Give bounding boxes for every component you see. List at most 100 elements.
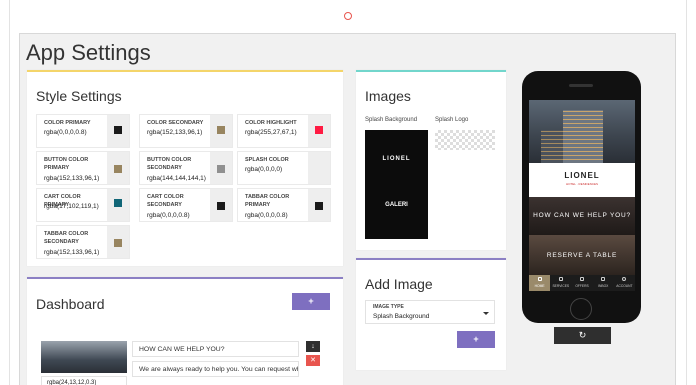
color-swatch-box[interactable] [107,152,129,184]
field-label: BUTTON COLOR SECONDARY [147,157,192,171]
field-value[interactable]: rgba(152,133,96,1) [44,175,99,182]
splash-lionel-logo: LIONEL [382,156,411,162]
preview-help-text: HOW CAN WE HELP YOU? [533,212,631,219]
tabbar-color-secondary-field[interactable]: TABBAR COLOR SECONDARY rgba(152,133,96,1… [36,225,130,259]
splash-color-field[interactable]: SPLASH COLOR rgba(0,0,0,0) [237,151,331,185]
color-secondary-field[interactable]: COLOR SECONDARY rgba(152,133,96,1) [139,114,233,148]
services-icon [558,277,563,281]
color-swatch-box[interactable] [210,152,232,184]
field-label: SPLASH COLOR [245,157,289,163]
field-value[interactable]: rgba(152,133,96,1) [147,129,202,136]
tab-label: SERVICES [552,284,570,288]
preview-logo-tagline: HOTEL · RESIDENCES [565,182,599,186]
dashboard-item-text-input[interactable]: We are always ready to help you. You can… [132,361,299,377]
cart-color-primary-field[interactable]: CART COLOR PRIMARY rgba(17,102,119,1) [36,188,130,222]
splash-background-label: Splash Background [365,117,418,123]
field-value[interactable]: rgba(0,0,0,0.8) [147,212,190,219]
splash-logo-label: Splash Logo [435,117,469,123]
color-swatch [217,126,225,134]
field-value[interactable]: rgba(0,0,0,0.8) [245,212,288,219]
style-settings-title: Style Settings [36,88,122,104]
color-swatch-box[interactable] [308,189,330,221]
preview-tab-account[interactable]: ACCOUNT [614,275,635,291]
dashboard-item-color-value: rgba(24,13,12,0.3) [47,380,97,385]
dashboard-title: Dashboard [36,296,105,312]
color-swatch-box[interactable] [210,189,232,221]
color-swatch-box[interactable] [308,152,330,184]
add-image-card: Add Image IMAGE TYPE Splash Background + [356,258,506,370]
color-swatch [315,202,323,210]
image-type-select[interactable]: IMAGE TYPE Splash Background [365,300,495,324]
preview-tab-inbox[interactable]: INBOX [593,275,614,291]
add-image-button[interactable]: + [457,331,495,348]
building-image [563,110,603,163]
images-title: Images [365,88,411,104]
tab-label: HOME [534,284,545,288]
splash-background-image[interactable]: LIONEL GALERI [365,130,428,239]
style-settings-card: Style Settings COLOR PRIMARY rgba(0,0,0,… [27,70,343,266]
color-swatch-box[interactable] [107,115,129,147]
color-swatch [114,165,122,173]
field-label: TABBAR COLOR SECONDARY [44,231,89,245]
image-type-value: Splash Background [373,313,430,320]
color-swatch-box[interactable] [107,189,129,221]
refresh-preview-button[interactable]: ↻ [554,327,611,344]
button-color-primary-field[interactable]: BUTTON COLOR PRIMARY rgba(152,133,96,1) [36,151,130,185]
field-label: CART COLOR SECONDARY [147,194,184,208]
preview-hero-image [529,100,635,163]
field-label: BUTTON COLOR PRIMARY [44,157,89,171]
preview-reserve-banner[interactable]: RESERVE A TABLE [529,235,635,275]
tab-label: ACCOUNT [616,284,633,288]
color-swatch-box[interactable] [308,115,330,147]
tabbar-color-primary-field[interactable]: TABBAR COLOR PRIMARY rgba(0,0,0,0.8) [237,188,331,222]
dashboard-item-title-input[interactable]: HOW CAN WE HELP YOU? [132,341,299,357]
offers-icon [580,277,584,281]
field-value[interactable]: rgba(144,144,144,1) [147,175,206,182]
tab-label: OFFERS [575,284,589,288]
field-value[interactable]: rgba(255,27,67,1) [245,129,297,136]
preview-tab-home[interactable]: HOME [529,275,551,291]
color-highlight-field[interactable]: COLOR HIGHLIGHT rgba(255,27,67,1) [237,114,331,148]
color-swatch [114,126,122,134]
tablet-bezel-right [686,0,696,385]
preview-tab-offers[interactable]: OFFERS [571,275,592,291]
camera-icon [344,12,352,20]
dashboard-item-color-field[interactable]: rgba(24,13,12,0.3) [41,376,127,385]
tablet-frame: App Settings Style Settings COLOR PRIMAR… [0,0,696,385]
preview-tab-services[interactable]: SERVICES [550,275,571,291]
preview-logo-band: LIONEL HOTEL · RESIDENCES [529,163,635,197]
preview-reserve-text: RESERVE A TABLE [546,252,618,259]
splash-logo-image[interactable] [435,130,495,150]
preview-logo-text: LIONEL [564,171,600,180]
delete-icon[interactable]: ✕ [306,355,320,366]
move-down-icon[interactable]: ↓ [306,341,320,352]
dashboard-item-image[interactable] [41,341,127,373]
color-swatch [114,199,122,207]
caret-down-icon [483,312,489,315]
field-label: COLOR SECONDARY [147,120,204,126]
phone-speaker [569,84,593,87]
phone-preview: LIONEL HOTEL · RESIDENCES HOW CAN WE HEL… [522,71,641,323]
building-image [541,130,563,163]
tablet-bezel-left [0,0,10,385]
field-value[interactable]: rgba(0,0,0,0) [245,166,282,173]
color-primary-field[interactable]: COLOR PRIMARY rgba(0,0,0,0.8) [36,114,130,148]
color-swatch [217,202,225,210]
cart-color-secondary-field[interactable]: CART COLOR SECONDARY rgba(0,0,0,0.8) [139,188,233,222]
page-title: App Settings [26,40,151,65]
button-color-secondary-field[interactable]: BUTTON COLOR SECONDARY rgba(144,144,144,… [139,151,233,185]
color-swatch-box[interactable] [210,115,232,147]
field-value[interactable]: rgba(17,102,119,1) [44,203,99,210]
add-image-title: Add Image [365,276,433,292]
field-value[interactable]: rgba(0,0,0,0.8) [44,129,87,136]
images-card: Images Splash Background Splash Logo LIO… [356,70,506,250]
preview-help-banner[interactable]: HOW CAN WE HELP YOU? [529,197,635,235]
color-swatch [315,126,323,134]
field-value[interactable]: rgba(152,133,96,1) [44,249,99,256]
field-label: TABBAR COLOR PRIMARY [245,194,290,208]
color-swatch-box[interactable] [107,226,129,258]
add-dashboard-item-button[interactable]: + [292,293,330,310]
refresh-icon: ↻ [578,330,587,340]
color-swatch [114,239,122,247]
field-label: COLOR PRIMARY [44,120,91,126]
